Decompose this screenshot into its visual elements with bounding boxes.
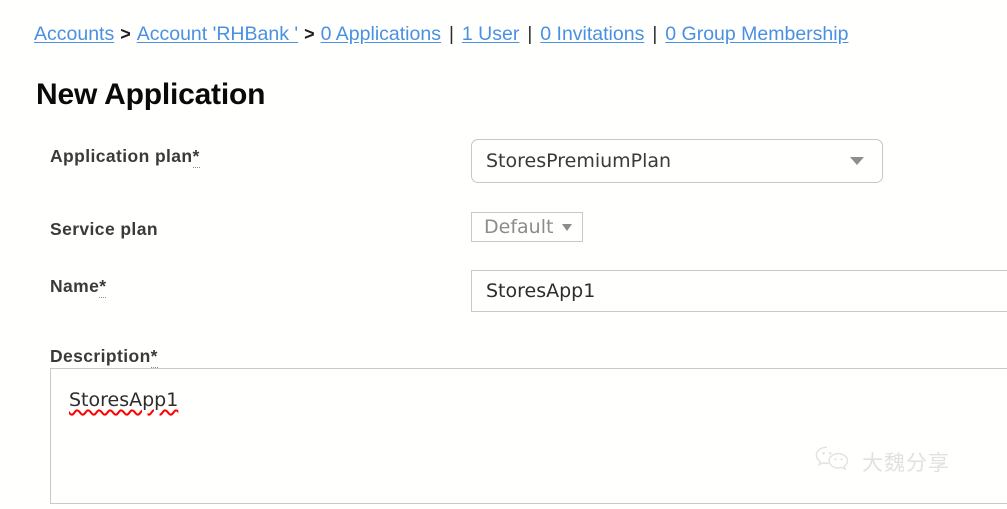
description-textarea[interactable]: StoresApp1 <box>50 368 1007 504</box>
application-plan-label-text: Application plan <box>50 146 193 166</box>
application-plan-label: Application plan* <box>50 146 200 168</box>
service-plan-label: Service plan <box>50 219 158 240</box>
service-plan-label-text: Service plan <box>50 219 158 239</box>
description-textarea-value: StoresApp1 <box>69 389 179 411</box>
application-plan-select[interactable]: StoresPremiumPlan <box>471 139 883 183</box>
description-label-text: Description <box>50 346 151 366</box>
application-plan-selected-value: StoresPremiumPlan <box>486 150 672 172</box>
description-label: Description* <box>50 346 158 368</box>
service-plan-selected-value: Default <box>484 216 554 238</box>
name-input-value: StoresApp1 <box>486 280 596 302</box>
new-application-form: Application plan* StoresPremiumPlan Serv… <box>0 0 1007 509</box>
name-required-mark: * <box>99 276 107 298</box>
chevron-down-icon <box>850 157 864 165</box>
application-plan-required-mark: * <box>192 146 200 168</box>
service-plan-select[interactable]: Default <box>471 212 584 242</box>
description-required-mark: * <box>150 346 158 368</box>
name-label-text: Name <box>50 276 100 296</box>
name-label: Name* <box>50 276 107 298</box>
chevron-down-icon <box>562 223 573 231</box>
name-input[interactable]: StoresApp1 <box>471 270 1007 312</box>
